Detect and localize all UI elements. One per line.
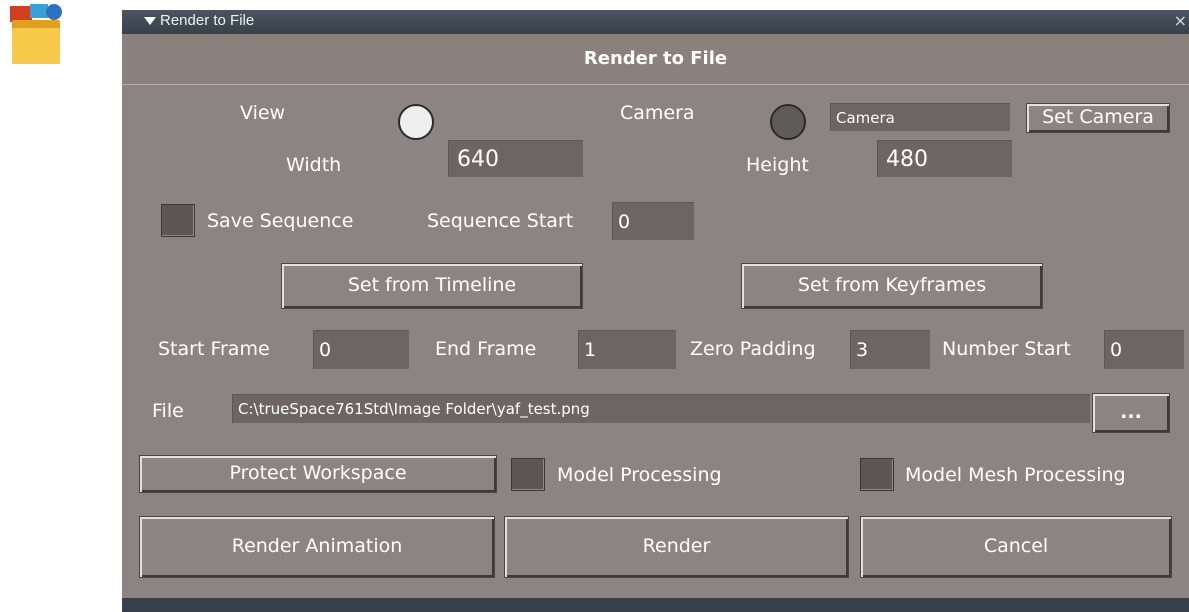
triangle-down-icon[interactable] xyxy=(144,17,156,25)
view-label: View xyxy=(240,102,286,124)
render-button[interactable]: Render xyxy=(504,516,849,578)
save-sequence-checkbox[interactable] xyxy=(161,204,195,237)
protect-workspace-button[interactable]: Protect Workspace xyxy=(139,455,497,493)
panel-header: Render to File xyxy=(122,34,1189,85)
camera-label: Camera xyxy=(620,102,695,124)
height-field[interactable]: 480 xyxy=(877,140,1012,177)
width-field[interactable]: 640 xyxy=(448,140,583,177)
sequence-start-label: Sequence Start xyxy=(427,210,574,232)
number-start-field[interactable]: 0 xyxy=(1104,330,1184,369)
panel-titlebar[interactable]: Render to File × xyxy=(122,10,1189,34)
camera-radio[interactable] xyxy=(770,104,806,140)
set-camera-button[interactable]: Set Camera xyxy=(1026,103,1170,133)
browse-button[interactable]: ... xyxy=(1092,393,1170,433)
camera-name-field[interactable]: Camera xyxy=(830,103,1010,131)
start-frame-label: Start Frame xyxy=(158,338,270,360)
file-path-field[interactable]: C:\trueSpace761Std\Image Folder\yaf_test… xyxy=(232,394,1090,423)
width-label: Width xyxy=(286,154,342,176)
end-frame-field[interactable]: 1 xyxy=(578,330,676,369)
zero-padding-field[interactable]: 3 xyxy=(850,330,930,369)
close-icon[interactable]: × xyxy=(1174,11,1187,30)
app-folder-icon[interactable] xyxy=(10,4,66,66)
model-processing-checkbox[interactable] xyxy=(511,458,545,491)
end-frame-label: End Frame xyxy=(435,338,537,360)
panel-bottom-bar xyxy=(122,598,1189,612)
zero-padding-label: Zero Padding xyxy=(690,338,816,360)
file-label: File xyxy=(152,400,184,422)
save-sequence-label: Save Sequence xyxy=(207,210,354,232)
height-label: Height xyxy=(746,154,809,176)
start-frame-field[interactable]: 0 xyxy=(313,330,409,369)
set-from-keyframes-button[interactable]: Set from Keyframes xyxy=(741,263,1043,309)
view-radio[interactable] xyxy=(398,104,434,140)
titlebar-title: Render to File xyxy=(160,12,255,29)
sequence-start-field[interactable]: 0 xyxy=(612,202,694,240)
render-to-file-panel: Render to File × Render to File View Cam… xyxy=(122,10,1189,612)
render-animation-button[interactable]: Render Animation xyxy=(139,516,495,578)
number-start-label: Number Start xyxy=(942,338,1071,360)
model-mesh-processing-label: Model Mesh Processing xyxy=(905,464,1126,486)
cancel-button[interactable]: Cancel xyxy=(860,516,1172,578)
model-mesh-processing-checkbox[interactable] xyxy=(860,458,894,491)
model-processing-label: Model Processing xyxy=(557,464,722,486)
set-from-timeline-button[interactable]: Set from Timeline xyxy=(281,263,583,309)
